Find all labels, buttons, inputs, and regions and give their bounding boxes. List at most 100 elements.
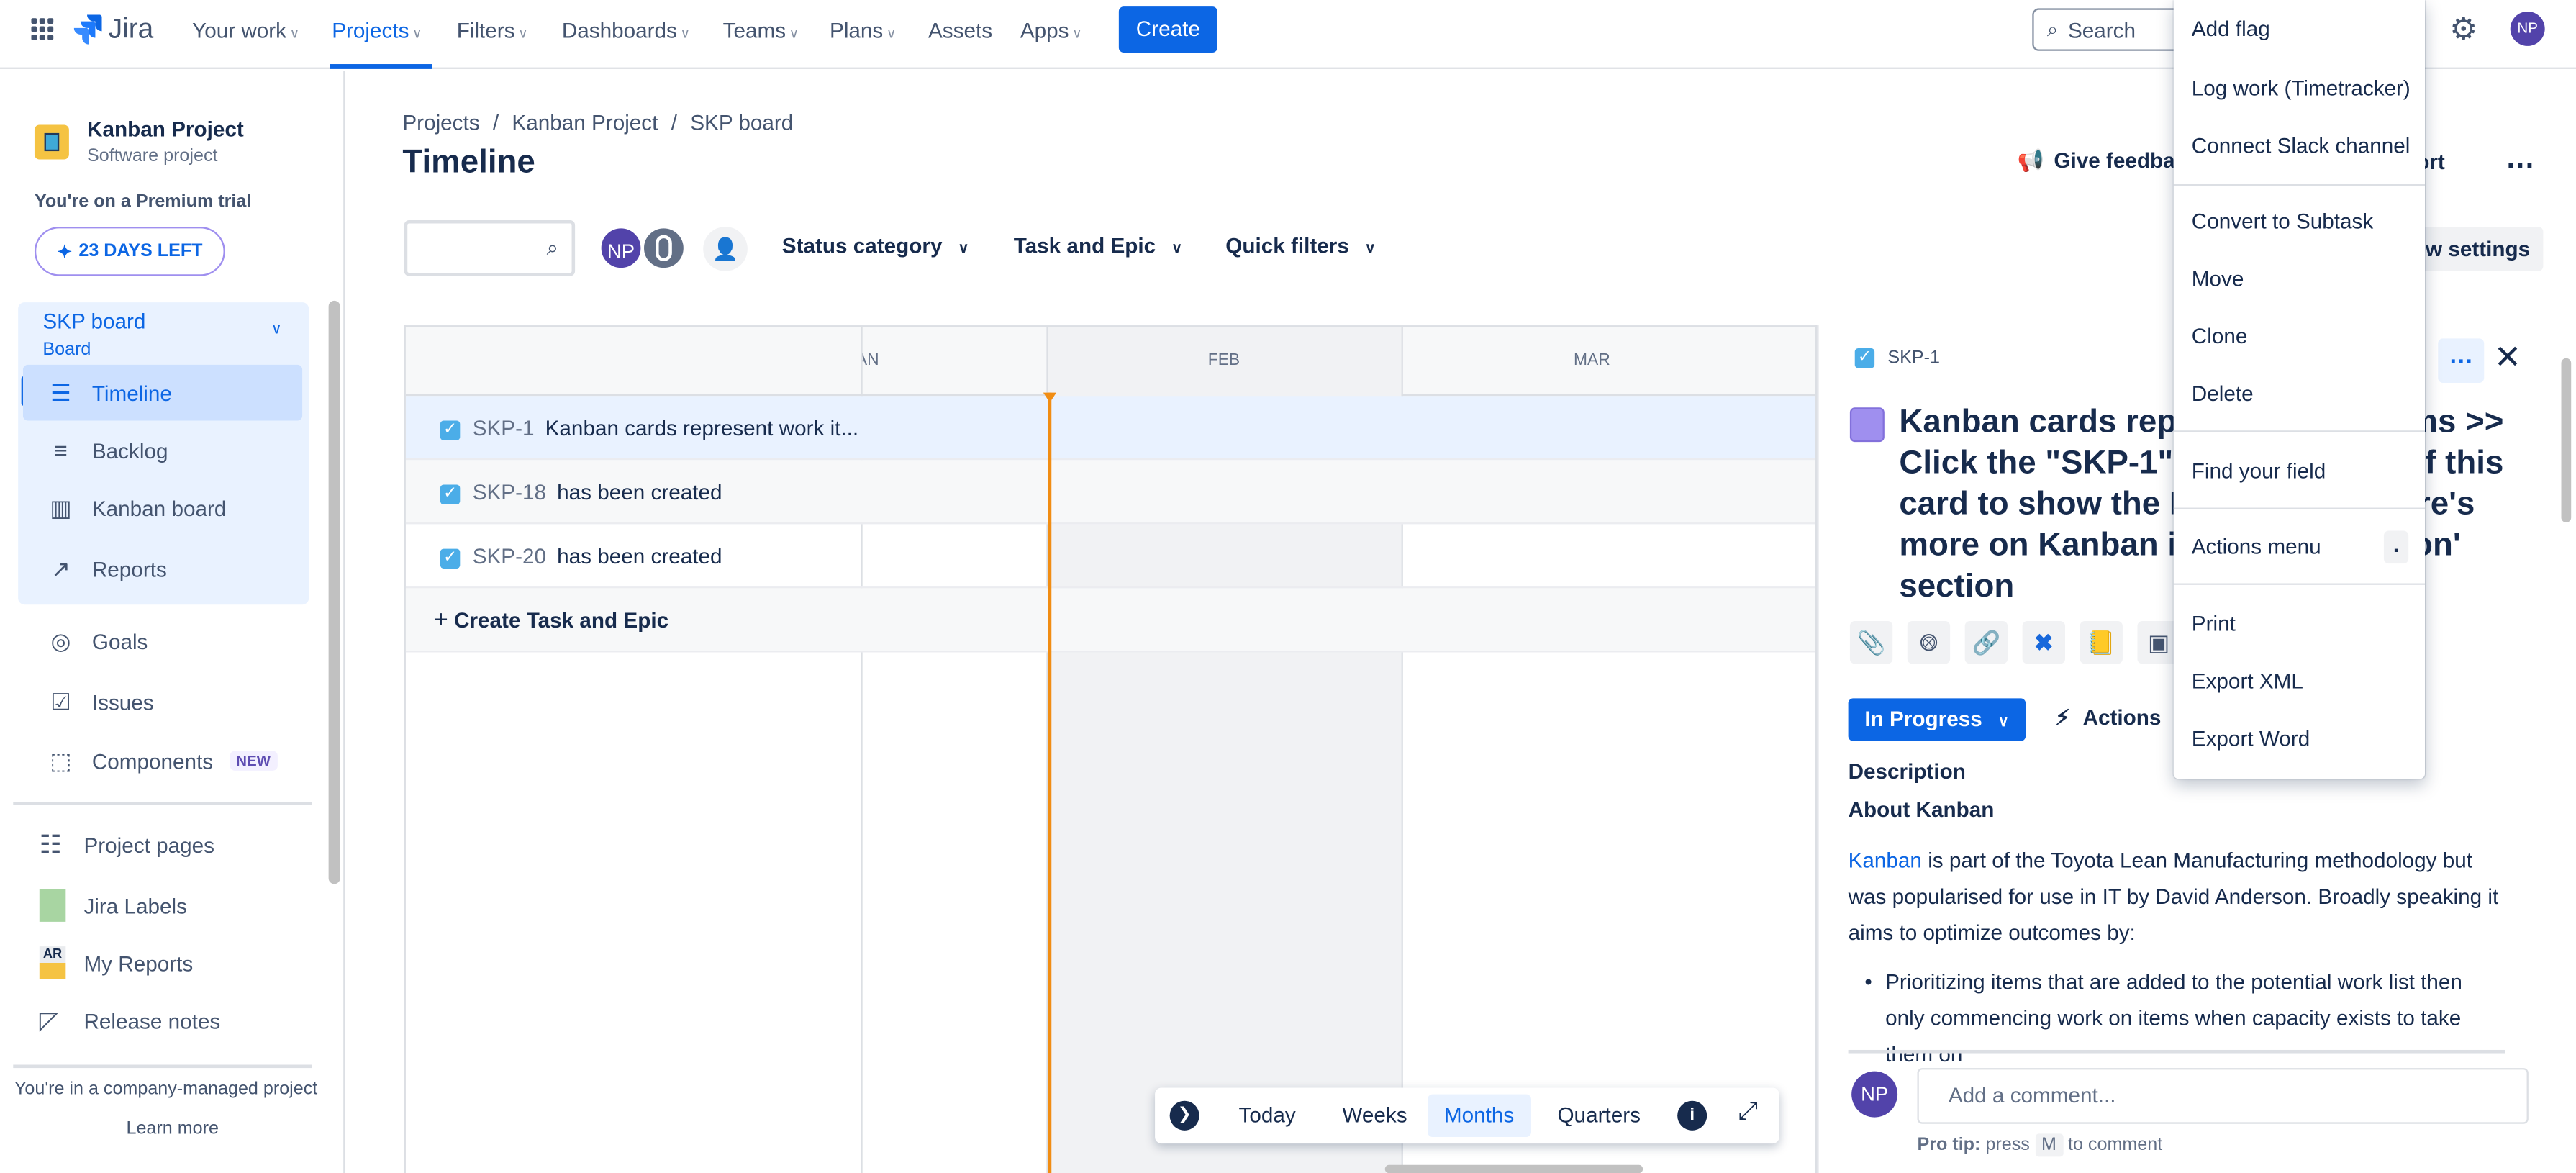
attachment-icon[interactable]: 📎 bbox=[1849, 621, 1893, 664]
nav-apps[interactable]: Apps ∨ bbox=[1020, 18, 1082, 42]
breadcrumb: Projects / Kanban Project / SKP board bbox=[402, 110, 793, 135]
month-label-mar: MAR bbox=[1574, 351, 1610, 370]
quarters-button[interactable]: Quarters bbox=[1541, 1095, 1657, 1137]
search-input[interactable]: ⌕ Search bbox=[2032, 8, 2197, 51]
sidebar-item-label: Kanban board bbox=[91, 495, 227, 520]
sidebar-item-issues[interactable]: ☑ Issues bbox=[23, 674, 302, 730]
app-switcher-icon[interactable] bbox=[31, 18, 54, 41]
sidebar-item-jira-labels[interactable]: Jira Labels bbox=[39, 881, 187, 930]
nav-dashboards[interactable]: Dashboards ∨ bbox=[562, 18, 690, 42]
menu-item-move[interactable]: Move bbox=[2192, 266, 2244, 291]
issue-key[interactable]: SKP-20 bbox=[473, 544, 546, 569]
nav-label: Apps bbox=[1020, 18, 1069, 43]
expand-list-icon[interactable]: ❯ bbox=[1169, 1100, 1199, 1131]
jira-logo[interactable]: Jira bbox=[73, 13, 153, 46]
comment-input[interactable]: Add a comment... bbox=[1917, 1068, 2529, 1124]
actions-button[interactable]: ⚡︎ Actions bbox=[2055, 705, 2161, 731]
sidebar-item-goals[interactable]: ◎ Goals bbox=[23, 613, 302, 669]
issue-key[interactable]: SKP-18 bbox=[473, 480, 546, 504]
month-text: JAN bbox=[863, 351, 879, 370]
board-name[interactable]: SKP board bbox=[42, 309, 145, 333]
chevron-down-icon: ∨ bbox=[412, 26, 422, 42]
user-avatar[interactable]: NP bbox=[2510, 11, 2545, 46]
assignee-avatar-np[interactable]: NP bbox=[598, 225, 645, 271]
menu-item-connect-slack[interactable]: Connect Slack channel bbox=[2192, 133, 2411, 158]
give-feedback-button[interactable]: 📢 Give feedback bbox=[2018, 148, 2199, 174]
status-dropdown[interactable]: In Progress ∨ bbox=[1848, 698, 2026, 741]
menu-item-print[interactable]: Print bbox=[2192, 611, 2236, 635]
description-bullet: • Prioritizing items that are added to th… bbox=[1864, 964, 2505, 1073]
learn-more-link[interactable]: Learn more bbox=[0, 1119, 345, 1138]
sidebar-item-reports[interactable]: ↗ Reports bbox=[23, 540, 302, 597]
menu-item-export-word[interactable]: Export Word bbox=[2192, 726, 2310, 751]
create-task-row[interactable]: + Create Task and Epic bbox=[405, 588, 1815, 653]
sidebar-item-label: My Reports bbox=[83, 950, 194, 976]
chevron-down-icon[interactable]: ∨ bbox=[271, 320, 282, 338]
settings-gear-icon[interactable]: ⚙ bbox=[2449, 12, 2477, 50]
kanban-link[interactable]: Kanban bbox=[1849, 848, 1922, 872]
table-row[interactable]: ✓ SKP-20 has been created bbox=[405, 524, 1815, 589]
timeline-search-input[interactable]: ⌕ bbox=[404, 219, 576, 276]
sidebar-item-timeline[interactable]: ☰ Timeline bbox=[22, 364, 303, 421]
nav-label: Assets bbox=[928, 18, 993, 43]
menu-item-find-field[interactable]: Find your field bbox=[2192, 458, 2326, 483]
more-options-button[interactable]: … bbox=[2438, 338, 2485, 383]
child-issue-icon[interactable]: ⨷ bbox=[1907, 621, 1951, 664]
menu-item-log-work[interactable]: Log work (Timetracker) bbox=[2192, 76, 2411, 100]
issue-key[interactable]: SKP-1 bbox=[473, 416, 535, 440]
breadcrumb-projects[interactable]: Projects bbox=[402, 110, 479, 135]
more-actions-icon[interactable]: … bbox=[2505, 141, 2535, 176]
quick-filters[interactable]: Quick filters ∨ bbox=[1225, 233, 1376, 258]
epic-color-swatch bbox=[1849, 407, 1885, 443]
sidebar-item-release-notes[interactable]: ◸ Release notes bbox=[40, 996, 220, 1045]
months-button[interactable]: Months bbox=[1428, 1094, 1531, 1137]
breadcrumb-project[interactable]: Kanban Project bbox=[512, 110, 658, 135]
sidebar-scrollbar[interactable] bbox=[328, 300, 340, 884]
issue-key-link[interactable]: SKP-1 bbox=[1887, 348, 1940, 368]
nav-filters[interactable]: Filters ∨ bbox=[457, 18, 528, 42]
task-and-epic-filter[interactable]: Task and Epic ∨ bbox=[1014, 233, 1182, 258]
menu-item-convert-subtask[interactable]: Convert to Subtask bbox=[2192, 209, 2373, 233]
menu-item-export-xml[interactable]: Export XML bbox=[2192, 669, 2303, 693]
menu-item-clone[interactable]: Clone bbox=[2192, 324, 2248, 348]
unassigned-avatar-icon[interactable] bbox=[640, 225, 687, 271]
close-icon[interactable]: ✕ bbox=[2494, 337, 2521, 378]
nav-projects[interactable]: Projects ∨ bbox=[332, 18, 422, 42]
nav-label: Projects bbox=[332, 18, 409, 43]
nav-plans[interactable]: Plans ∨ bbox=[830, 18, 896, 42]
sidebar-item-my-reports[interactable]: AR My Reports bbox=[39, 938, 194, 987]
confluence-icon[interactable]: ✖ bbox=[2022, 621, 2065, 664]
breadcrumb-board[interactable]: SKP board bbox=[690, 110, 793, 135]
horizontal-scrollbar[interactable] bbox=[1384, 1164, 1643, 1173]
sidebar-item-backlog[interactable]: ≡ Backlog bbox=[23, 422, 302, 479]
panel-scrollbar[interactable] bbox=[2561, 358, 2572, 523]
project-name[interactable]: Kanban Project bbox=[87, 117, 244, 141]
menu-item-actions-menu[interactable]: Actions menu bbox=[2192, 534, 2321, 558]
fullscreen-icon[interactable]: ⤢ bbox=[1738, 1097, 1758, 1126]
link-icon[interactable]: 🔗 bbox=[1964, 621, 2008, 664]
chevron-down-icon: ∨ bbox=[789, 26, 799, 42]
more-actions-menu: Add flag Log work (Timetracker) Connect … bbox=[2173, 0, 2426, 779]
task-checkbox-icon: ✓ bbox=[1854, 348, 1875, 368]
app-book-icon[interactable]: 📒 bbox=[2080, 621, 2123, 664]
trial-days-button[interactable]: ✦ 23 DAYS LEFT bbox=[34, 227, 225, 276]
menu-item-add-flag[interactable]: Add flag bbox=[2192, 17, 2270, 41]
nav-your-work[interactable]: Your work ∨ bbox=[192, 18, 299, 42]
pro-tip-text: press bbox=[1985, 1135, 2030, 1156]
weeks-button[interactable]: Weeks bbox=[1326, 1095, 1424, 1137]
info-icon[interactable]: i bbox=[1677, 1100, 1707, 1131]
company-managed-text: You're in a company-managed project bbox=[14, 1079, 318, 1100]
sidebar-item-components[interactable]: ⬚ Components NEW bbox=[23, 733, 302, 789]
table-row[interactable]: ✓ SKP-18 has been created bbox=[405, 460, 1815, 525]
menu-item-delete[interactable]: Delete bbox=[2192, 381, 2254, 406]
nav-teams[interactable]: Teams ∨ bbox=[723, 18, 799, 42]
chevron-down-icon: ∨ bbox=[1171, 240, 1183, 257]
sidebar-item-project-pages[interactable]: ☷ Project pages bbox=[40, 820, 214, 869]
sidebar-item-kanban-board[interactable]: ▥ Kanban board bbox=[23, 480, 302, 536]
nav-assets[interactable]: Assets bbox=[928, 18, 992, 42]
table-row[interactable]: ✓ SKP-1 Kanban cards represent work it..… bbox=[405, 396, 1815, 461]
status-category-filter[interactable]: Status category ∨ bbox=[782, 233, 969, 258]
today-button[interactable]: Today bbox=[1223, 1095, 1312, 1137]
add-people-icon[interactable]: 👤 bbox=[703, 227, 748, 271]
create-button[interactable]: Create bbox=[1118, 6, 1217, 53]
